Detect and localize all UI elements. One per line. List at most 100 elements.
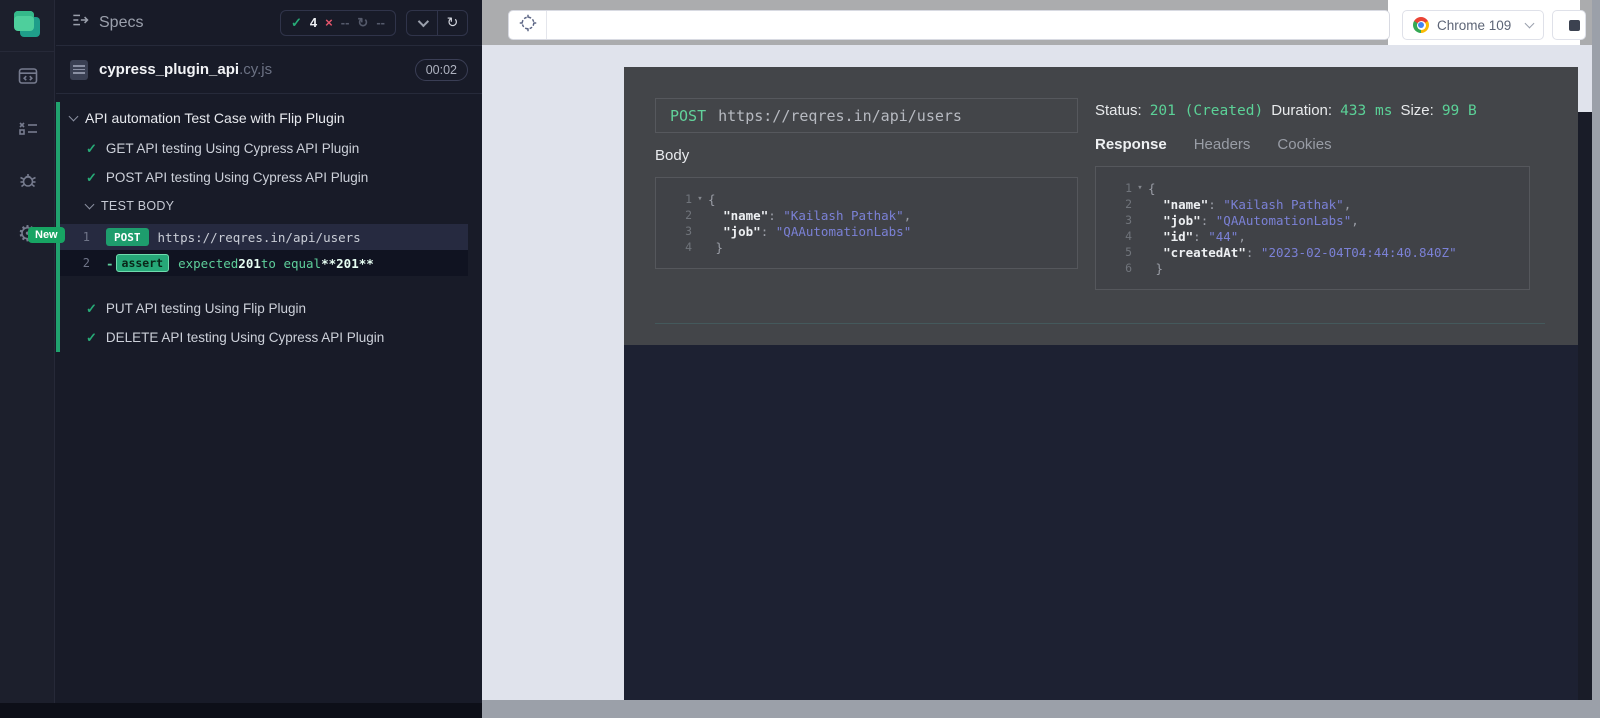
line-number: 5 <box>1125 245 1132 259</box>
cypress-logo-icon[interactable] <box>14 11 40 37</box>
rerun-button[interactable]: ↻ <box>437 10 467 35</box>
test-row[interactable]: ✓ PUT API testing Using Flip Plugin <box>60 294 482 323</box>
code-text: { <box>708 191 716 207</box>
header-buttons: ↻ <box>406 9 468 36</box>
nested-suite-title: TEST BODY <box>101 199 175 213</box>
test-passed-icon: ✓ <box>86 169 97 185</box>
code-line: 3 "job": "QAAutomationLabs" <box>664 223 1069 239</box>
specs-title-label: Specs <box>99 13 144 31</box>
code-line: 2 "name": "Kailash Pathak", <box>1104 196 1521 212</box>
specs-title[interactable]: Specs <box>70 10 143 35</box>
code-line: 1 ▾{ <box>664 191 1069 207</box>
assert-badge: assert <box>115 254 170 272</box>
request-body-label: Body <box>655 147 690 164</box>
tab-response[interactable]: Response <box>1095 136 1167 153</box>
code-text: "id": "44", <box>1163 228 1246 244</box>
tab-cookies[interactable]: Cookies <box>1277 136 1331 153</box>
chevron-down-icon <box>1524 18 1535 29</box>
spec-file-name: cypress_plugin_api <box>99 61 240 78</box>
specs-header: Specs ✓ 4 × -- ↻ -- ↻ <box>56 0 482 46</box>
request-method: POST <box>670 106 707 125</box>
viewport-control-button[interactable] <box>1552 10 1586 40</box>
selector-playground-button[interactable] <box>509 11 547 39</box>
crosshair-icon <box>517 12 539 39</box>
run-stats: ✓ 4 × -- ↻ -- <box>280 9 396 36</box>
test-title: GET API testing Using Cypress API Plugin <box>105 141 360 156</box>
request-line: POST https://reqres.in/api/users <box>655 98 1078 133</box>
spec-file-row[interactable]: cypress_plugin_api .cy.js 00:02 <box>56 46 482 94</box>
code-text: "name": "Kailash Pathak", <box>723 207 912 223</box>
code-text: "job": "QAAutomationLabs", <box>1163 212 1359 228</box>
line-number: 3 <box>1125 213 1132 227</box>
code-text: { <box>1148 180 1156 196</box>
code-text: "name": "Kailash Pathak", <box>1163 196 1352 212</box>
section-divider <box>655 323 1545 324</box>
chevron-down-icon <box>68 111 79 122</box>
spec-file-icon <box>70 59 88 80</box>
test-passed-icon: ✓ <box>86 140 97 156</box>
test-row[interactable]: ✓ GET API testing Using Cypress API Plugi… <box>60 134 482 163</box>
code-text: "createdAt": "2023-02-04T04:44:40.840Z" <box>1163 244 1457 260</box>
test-title: DELETE API testing Using Cypress API Plu… <box>105 330 385 345</box>
tab-headers[interactable]: Headers <box>1194 136 1251 153</box>
request-column: POST https://reqres.in/api/users Body 1 ▾… <box>655 98 1078 269</box>
command-log: 1 POST https://reqres.in/api/users 2 - a… <box>60 224 468 276</box>
tests-after: ✓ PUT API testing Using Flip Plugin ✓ DELET… <box>60 294 482 352</box>
chevron-down-icon <box>84 199 95 210</box>
line-number: 2 <box>685 208 692 222</box>
chrome-icon <box>1413 17 1429 33</box>
line-number: 1 <box>685 192 692 206</box>
command-number: 2 <box>82 256 90 270</box>
code-line: 5 "createdAt": "2023-02-04T04:44:40.840Z… <box>1104 244 1521 260</box>
passed-icon: ✓ <box>291 14 302 30</box>
request-url: https://reqres.in/api/users <box>718 106 962 125</box>
test-passed-icon: ✓ <box>86 300 97 316</box>
sidebar-item-debug[interactable] <box>0 156 55 208</box>
status-label: Status: <box>1095 102 1142 119</box>
test-list-icon <box>16 116 40 145</box>
line-number: 4 <box>1125 229 1132 243</box>
aut-viewport: POST https://reqres.in/api/users Body 1 ▾… <box>482 45 1592 718</box>
specs-list-icon <box>70 10 90 35</box>
nested-suite-row[interactable]: TEST BODY <box>60 192 482 220</box>
request-body-editor: 1 ▾{2 "name": "Kailash Pathak", 3 "job": "… <box>655 177 1078 269</box>
sidebar-item-specs[interactable] <box>0 52 55 104</box>
suite-title-row[interactable]: API automation Test Case with Flip Plugi… <box>60 102 482 134</box>
api-call-section: POST https://reqres.in/api/users Body 1 ▾… <box>624 67 1578 345</box>
assert-message-part: expected <box>178 255 239 271</box>
command-row-assert[interactable]: 2 - assert expected 201 to equal **201** <box>60 250 468 276</box>
code-line: 1 ▾{ <box>1104 180 1521 196</box>
response-status-line: Status: 201 (Created) Duration: 433 ms S… <box>1095 102 1545 119</box>
tests-before: ✓ GET API testing Using Cypress API Plugi… <box>60 134 482 192</box>
command-row-request[interactable]: 1 POST https://reqres.in/api/users <box>60 224 468 250</box>
cypress-logo-front-layer <box>14 11 34 31</box>
assert-actual-value: **201** <box>321 255 374 271</box>
status-value: 201 (Created) <box>1149 103 1264 119</box>
line-number: 4 <box>685 240 692 254</box>
suite-title: API automation Test Case with Flip Plugi… <box>85 110 345 126</box>
refresh-icon: ↻ <box>446 14 459 30</box>
debug-bug-icon <box>16 168 40 197</box>
sidebar-item-runs[interactable] <box>0 104 55 156</box>
code-line: 4 } <box>664 239 1069 255</box>
failed-icon: × <box>325 15 333 30</box>
new-feature-badge: New <box>28 227 65 243</box>
command-url: https://reqres.in/api/users <box>157 229 361 245</box>
collapse-icon[interactable]: ▾ <box>692 194 708 204</box>
cypress-app-window: ⚙ New Specs ✓ 4 × -- ↻ -- <box>0 0 1600 718</box>
cy-api-plugin-panel: POST https://reqres.in/api/users Body 1 ▾… <box>624 67 1578 700</box>
address-bar-input[interactable] <box>547 11 1389 39</box>
stage-bottom-bar <box>482 700 1600 718</box>
test-row[interactable]: ✓ DELETE API testing Using Cypress API Pl… <box>60 323 482 352</box>
stage-right-edge <box>1592 0 1600 718</box>
collapse-icon[interactable]: ▾ <box>1132 183 1148 193</box>
test-row[interactable]: ✓ POST API testing Using Cypress API Plug… <box>60 163 482 192</box>
code-line: 6 } <box>1104 260 1521 276</box>
size-label: Size: <box>1400 102 1434 119</box>
collapse-all-button[interactable] <box>407 11 437 35</box>
aut-scrollbar-track[interactable] <box>1578 112 1592 718</box>
code-line: 4 "id": "44", <box>1104 228 1521 244</box>
browser-selector-dropdown[interactable]: Chrome 109 <box>1402 10 1544 40</box>
assert-expected-value: 201 <box>238 255 261 271</box>
test-title: POST API testing Using Cypress API Plugi… <box>105 170 369 185</box>
